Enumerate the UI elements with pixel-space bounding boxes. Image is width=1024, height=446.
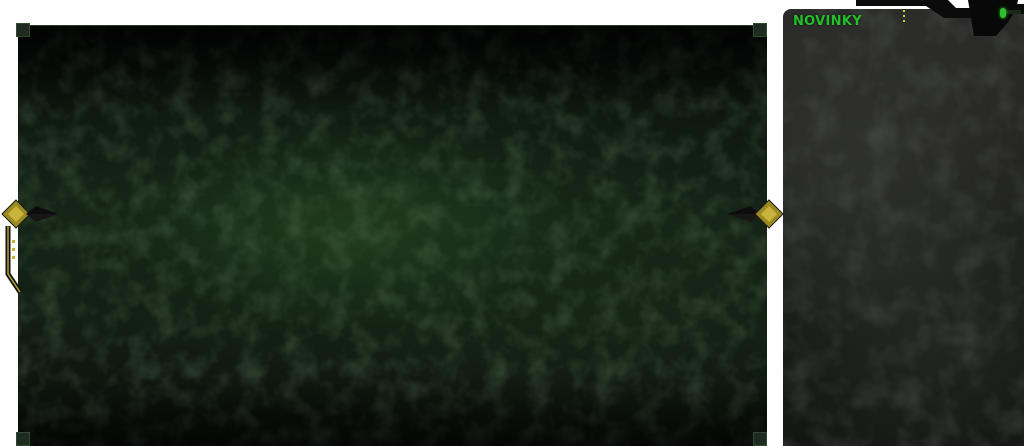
status-leds (902, 10, 906, 28)
banner-corner-top-left (16, 23, 30, 37)
led-indicator (903, 20, 905, 22)
banner-corner-bottom-right (753, 432, 767, 446)
stone-texture (783, 9, 1024, 446)
banner-prev-button[interactable] (0, 196, 60, 306)
led-indicator (903, 10, 905, 12)
page: NOVINKY (0, 0, 1024, 446)
news-sidebar: NOVINKY (783, 0, 1024, 446)
chevron-right-icon (727, 199, 784, 229)
banner-slideshow[interactable] (18, 25, 767, 446)
news-panel (783, 9, 1024, 446)
led-indicator (903, 15, 905, 17)
sidebar-header-bar (856, 0, 1024, 36)
chevron-left-icon (1, 199, 58, 294)
banner-next-button[interactable] (727, 196, 787, 236)
scroll-handle[interactable] (1000, 8, 1006, 18)
banner-top-shade (18, 26, 767, 116)
banner-corner-top-right (753, 23, 767, 37)
banner-bottom-shade (18, 377, 767, 446)
banner-corner-bottom-left (16, 432, 30, 446)
news-title: NOVINKY (793, 14, 862, 29)
